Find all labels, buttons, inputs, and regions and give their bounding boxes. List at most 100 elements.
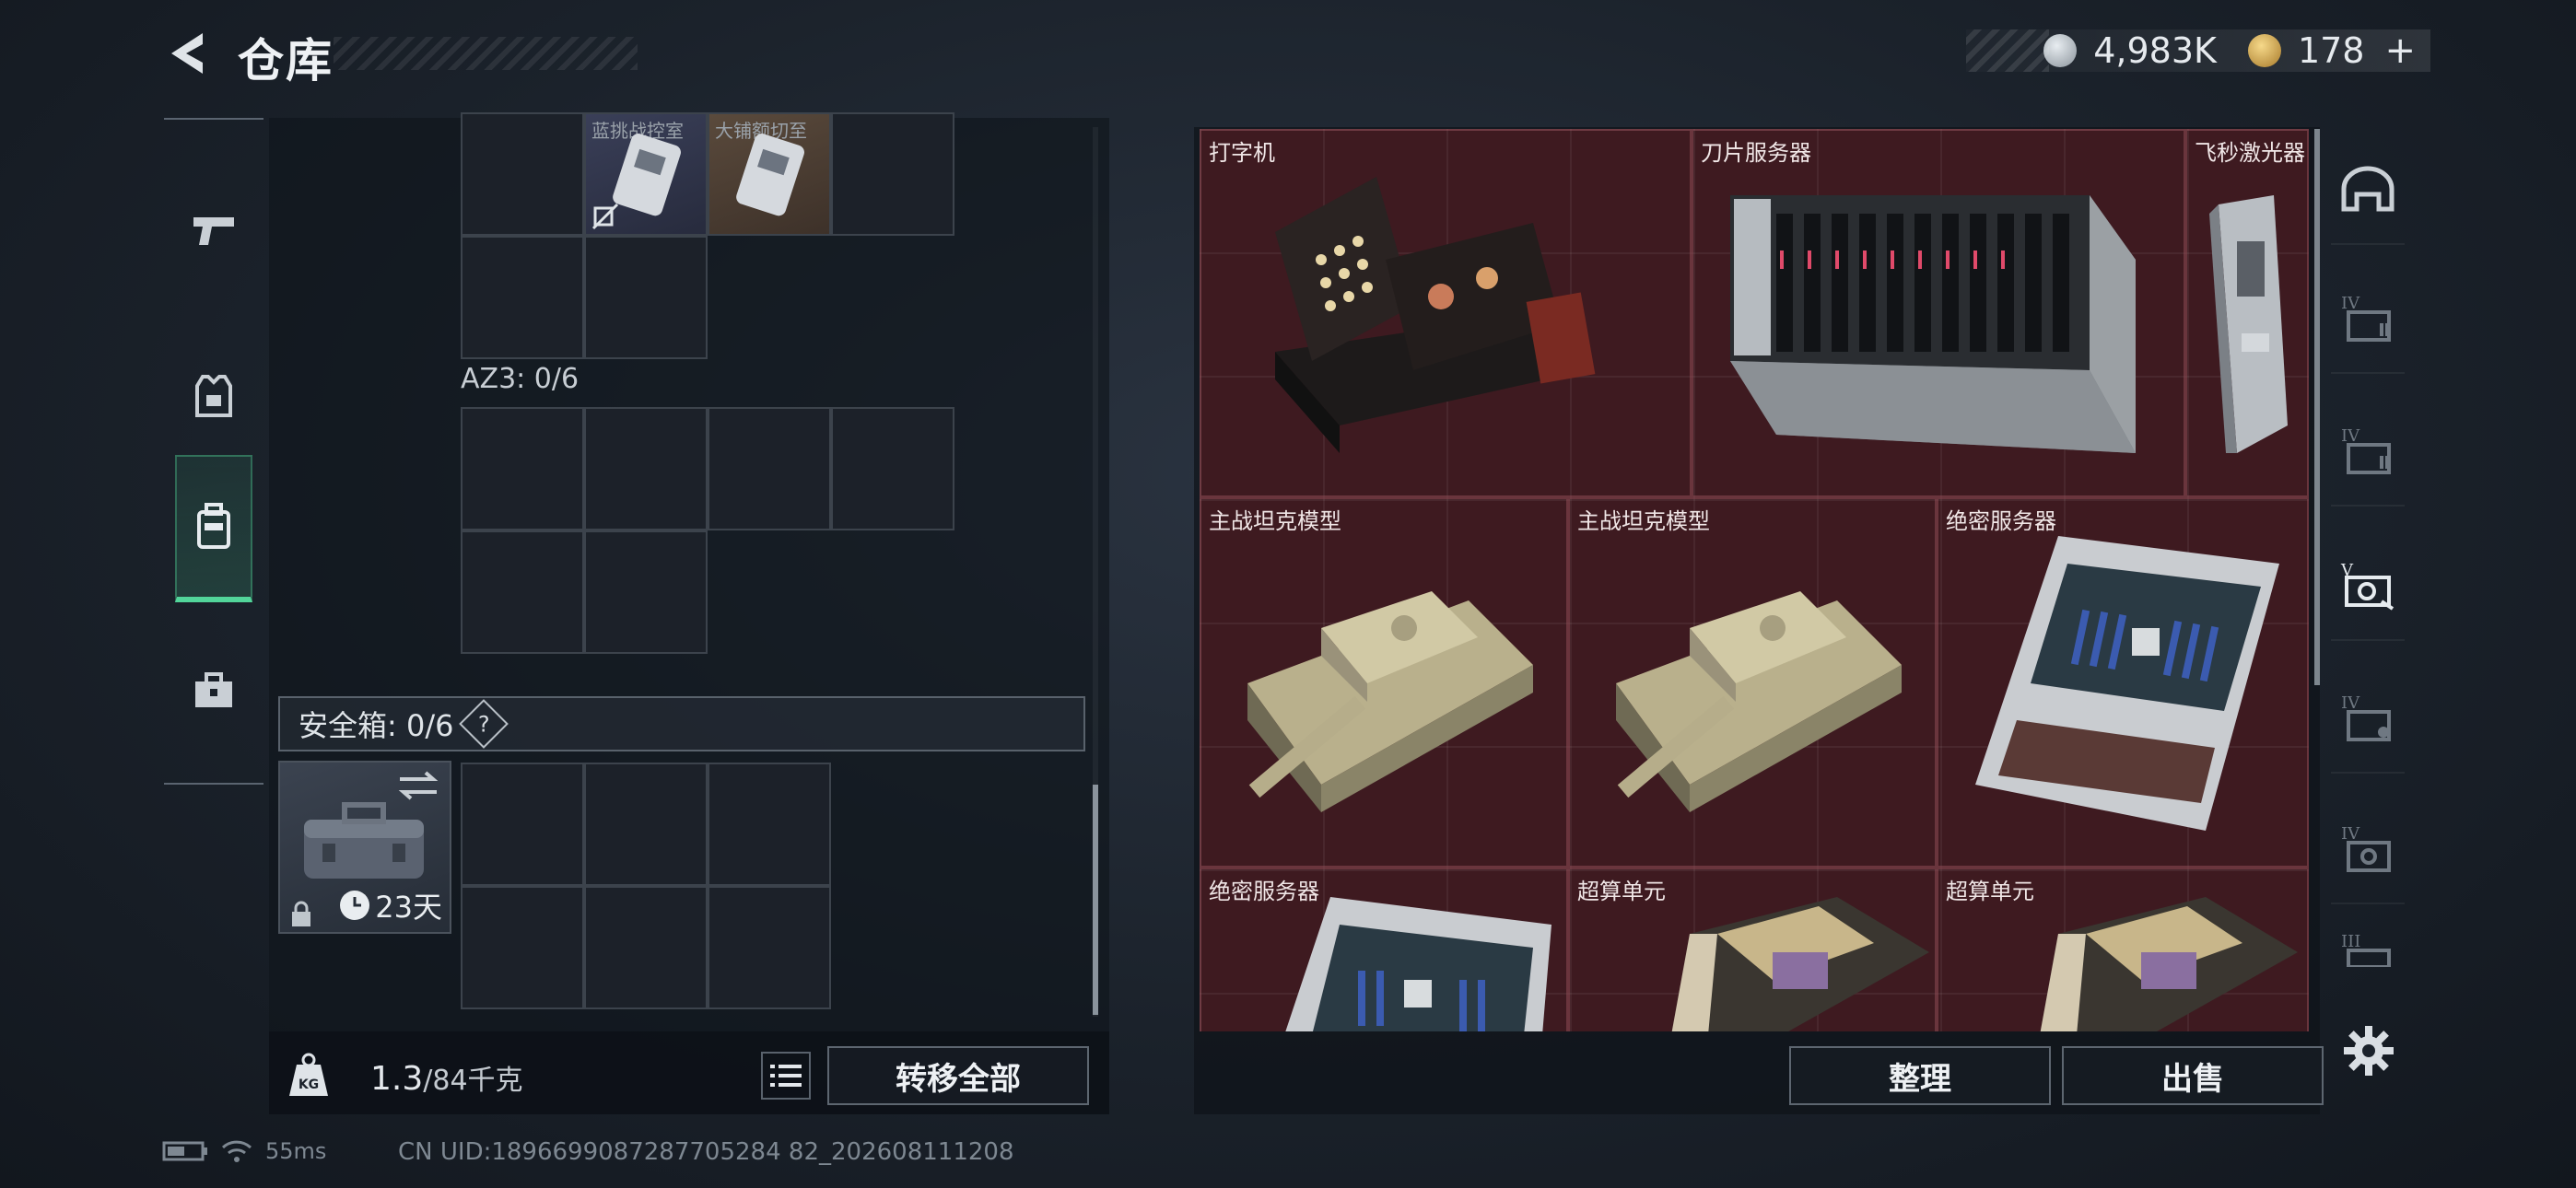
- grid-slot[interactable]: [708, 886, 831, 1009]
- grid-slot-item[interactable]: 大铺额切至: [708, 112, 831, 236]
- user-uid: CN UID:1896699087287705284 82_2026081112…: [398, 1138, 1014, 1166]
- sort-button[interactable]: 整理: [1789, 1046, 2051, 1105]
- grid-slot[interactable]: [708, 763, 831, 886]
- container-label-az3: AZ3: 0/6: [461, 363, 580, 395]
- grid-slot[interactable]: [831, 112, 954, 236]
- server-board-icon: [1285, 897, 1551, 1031]
- clock-icon: [340, 891, 370, 920]
- grid-slot-item[interactable]: 蓝挑战控室: [584, 112, 708, 236]
- tank-model-icon: [1616, 591, 1902, 812]
- grid-slot[interactable]: [584, 530, 708, 654]
- currency-bar: 4,983K 178 +: [1966, 29, 2430, 72]
- grid-slot[interactable]: [584, 236, 708, 359]
- keycard-icon: [613, 134, 681, 216]
- rnav-item-folder[interactable]: IV: [2331, 263, 2405, 374]
- folder-iv-icon: IV: [2341, 824, 2391, 872]
- grid-slot[interactable]: [461, 530, 584, 654]
- loot-item-blade-server[interactable]: 刀片服务器: [1692, 129, 2185, 497]
- safe-box-days: 23天: [375, 890, 442, 925]
- add-currency-button[interactable]: +: [2384, 29, 2416, 72]
- folder-iv-icon: IV: [2341, 294, 2391, 342]
- blade-server-icon: [1730, 195, 2136, 453]
- lock-icon: [292, 901, 310, 926]
- grid-slot[interactable]: [584, 763, 708, 886]
- briefcase-icon: [195, 672, 232, 707]
- rnav-item-folder[interactable]: IV: [2331, 396, 2405, 507]
- sell-button[interactable]: 出售: [2062, 1046, 2324, 1105]
- svg-text:KG: KG: [299, 1077, 319, 1092]
- nav-item-case[interactable]: [175, 645, 252, 737]
- rnav-item-camera-folder[interactable]: V: [2331, 530, 2405, 641]
- folder-iv-icon: IV: [2341, 426, 2391, 474]
- back-button[interactable]: [164, 28, 212, 79]
- list-icon: [770, 1065, 802, 1087]
- currency-decoration: [1966, 29, 2049, 72]
- back-arrow-icon: [171, 33, 203, 74]
- svg-text:IV: IV: [2341, 426, 2360, 446]
- nav-item-backpack[interactable]: [175, 455, 252, 602]
- grid-slot[interactable]: [461, 112, 584, 236]
- grid-slot[interactable]: [461, 763, 584, 886]
- helmet-icon: [2341, 166, 2395, 212]
- grid-slot[interactable]: [461, 236, 584, 359]
- safe-box-title: 安全箱: 0/6: [299, 708, 454, 743]
- keycard-icon: [736, 134, 804, 216]
- settings-gear-icon[interactable]: [2342, 1024, 2395, 1077]
- svg-text:III: III: [2341, 932, 2360, 951]
- grid-slot[interactable]: [708, 407, 831, 530]
- item-label: 主战坦克模型: [1209, 508, 1341, 534]
- safe-box-duration: 23天: [340, 884, 442, 926]
- grid-slot[interactable]: [461, 407, 584, 530]
- grid-slot[interactable]: [584, 407, 708, 530]
- item-label: 主战坦克模型: [1577, 508, 1710, 534]
- weight-capacity: /84千克: [423, 1065, 523, 1097]
- item-label: 飞秒激光器: [2195, 140, 2305, 166]
- swap-icon: [398, 771, 439, 800]
- grid-slot[interactable]: [461, 886, 584, 1009]
- supercomputing-unit-icon: [1671, 897, 1929, 1031]
- weight-readout: 1.3/84千克: [370, 1057, 523, 1098]
- loot-grid: 打字机 刀片服务器 飞秒激光器 主战坦克模型 主战坦克模型 绝密服务器 绝密服务…: [1200, 129, 2309, 1031]
- category-nav: [164, 118, 263, 785]
- battery-icon: [162, 1141, 207, 1161]
- camera-folder-icon: V: [2340, 561, 2395, 611]
- status-bar: 55ms: [162, 1138, 326, 1164]
- supercomputing-unit-icon: [2040, 897, 2298, 1031]
- server-board-icon: [1975, 536, 2279, 831]
- safe-case-icon: [304, 802, 424, 879]
- rnav-item-folder[interactable]: III: [2331, 912, 2405, 985]
- grid-slot[interactable]: [584, 886, 708, 1009]
- ping-value: 55ms: [265, 1138, 327, 1164]
- loot-item-tank-model[interactable]: 主战坦克模型: [1568, 497, 1937, 868]
- svg-text:IV: IV: [2341, 294, 2360, 313]
- rnav-item-folder[interactable]: IV: [2331, 794, 2405, 904]
- safe-box-header: 安全箱: 0/6 ?: [278, 696, 1085, 751]
- loot-item-classified-server[interactable]: 绝密服务器: [1937, 497, 2309, 868]
- title-decoration: [334, 37, 638, 70]
- loot-item-tank-model[interactable]: 主战坦克模型: [1200, 497, 1568, 868]
- transfer-all-button[interactable]: 转移全部: [827, 1046, 1089, 1105]
- loot-item-typewriter[interactable]: 打字机: [1200, 129, 1692, 497]
- grid-slot[interactable]: [831, 407, 954, 530]
- loot-item-classified-server[interactable]: 绝密服务器: [1200, 868, 1568, 1031]
- rnav-item-helmet[interactable]: [2331, 134, 2405, 245]
- svg-text:IV: IV: [2341, 824, 2360, 844]
- svg-text:IV: IV: [2341, 693, 2360, 713]
- gold-coin-icon: [2247, 34, 2281, 67]
- gold-currency-value: 178: [2297, 30, 2365, 71]
- safe-box-item[interactable]: 23天: [278, 761, 451, 934]
- loot-item-femtosecond-laser[interactable]: 飞秒激光器: [2185, 129, 2309, 497]
- tank-model-icon: [1247, 591, 1533, 812]
- nav-item-weapon[interactable]: [175, 184, 252, 276]
- backpack-icon: [197, 503, 230, 549]
- armor-vest-icon: [195, 375, 232, 417]
- help-button[interactable]: ?: [459, 699, 509, 749]
- rnav-item-folder[interactable]: IV: [2331, 663, 2405, 774]
- inventory-scroll-thumb[interactable]: [1093, 785, 1098, 1015]
- loot-scrollbar[interactable]: [2314, 129, 2320, 685]
- nav-item-gear[interactable]: [175, 350, 252, 442]
- loot-item-supercomputing-unit[interactable]: 超算单元: [1937, 868, 2309, 1031]
- list-view-button[interactable]: [761, 1052, 811, 1100]
- loot-item-supercomputing-unit[interactable]: 超算单元: [1568, 868, 1937, 1031]
- typewriter-icon: [1275, 177, 1596, 453]
